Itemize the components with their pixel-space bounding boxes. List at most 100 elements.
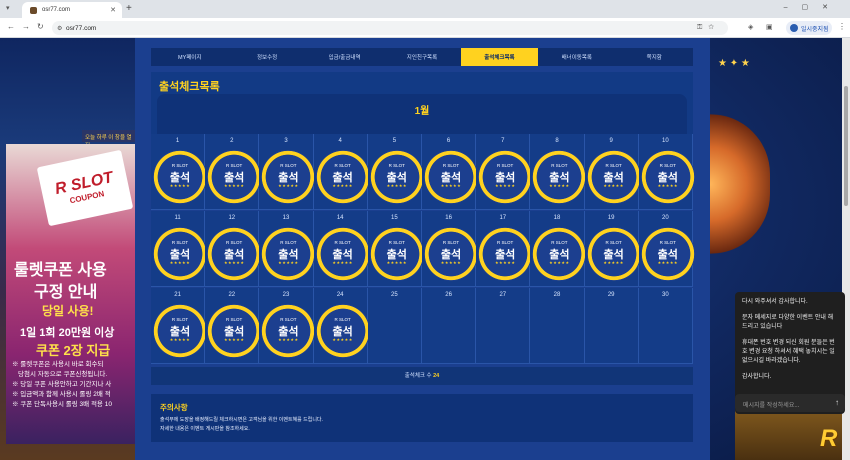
send-icon[interactable]: ↑ <box>835 398 839 407</box>
menu-item[interactable]: 지인친구목록 <box>383 48 460 66</box>
calendar-day-cell: 25 <box>367 288 422 364</box>
menu-item[interactable]: 정보수정 <box>228 48 305 66</box>
r-logo-icon: R <box>820 425 838 452</box>
browser-tab[interactable]: osr77.com ✕ <box>22 2 122 18</box>
roulette-wheel-image <box>710 114 770 254</box>
url-text: osr77.com <box>66 24 97 32</box>
stamp-brand: R SLOT <box>551 240 568 245</box>
stamp-stars: ★★★★★ <box>549 260 570 265</box>
stamp-stars: ★★★★★ <box>440 260 462 265</box>
day-number: 15 <box>391 215 398 221</box>
tab-title: osr77.com <box>42 7 71 13</box>
day-number: 28 <box>553 292 561 298</box>
back-icon[interactable]: ← <box>7 22 15 31</box>
stamp-brand: R SLOT <box>497 163 514 168</box>
day-number: 4 <box>338 138 342 144</box>
stamp-brand: R SLOT <box>388 163 405 168</box>
window-controls[interactable]: –▢✕ <box>784 3 842 11</box>
profile-paused-button[interactable]: 일시중지됨 <box>786 21 832 35</box>
stamp-stars: ★★★★★ <box>223 260 245 265</box>
menu-item[interactable]: 쪽지함 <box>616 48 693 66</box>
day-number: 20 <box>662 215 669 221</box>
menu-item[interactable]: 출석체크목록 <box>460 48 539 66</box>
stamp-stars: ★★★★★ <box>278 260 299 265</box>
browser-tab-strip: ▾ osr77.com ✕ + –▢✕ <box>0 0 850 18</box>
chat-message: 휴대폰 번호 변경 되신 회원 분들은 번호 변경 요청 하셔서 혜택 놓치시는… <box>742 340 835 364</box>
day-number: 21 <box>174 292 181 298</box>
day-number: 5 <box>392 138 397 144</box>
stamp-stars: ★★★★★ <box>223 183 245 188</box>
menu-item[interactable]: MY페이지 <box>151 48 228 66</box>
notice-box: 주의사항 출석부에 도장을 배정해드릴 체크하시면은 고객님을 위한 이벤트혜를… <box>151 394 693 442</box>
attendance-stamp-icon: R SLOT 출석 ★★★★★ <box>478 227 533 281</box>
main-content: MY페이지 정보수정 입금/출금내역 지인친구목록 출석체크목록 배너이동목록 쪽지함 출석… <box>135 38 710 460</box>
calendar-day-cell: 3 R SLOT 출석 ★★★★★ <box>259 134 316 210</box>
attendance-stamp-icon: R SLOT 출석 ★★★★★ <box>207 227 262 281</box>
calendar-day-cell: 21 R SLOT 출석 ★★★★★ <box>151 288 207 364</box>
new-tab-icon[interactable]: + <box>126 3 132 14</box>
calendar-day-cell: 16 R SLOT 출석 ★★★★★ <box>422 211 478 287</box>
stamp-stars: ★★★★★ <box>603 183 624 188</box>
tab-search-icon[interactable]: ▾ <box>6 4 10 12</box>
day-number: 13 <box>282 215 290 221</box>
close-today-strip[interactable]: 오늘 하루 이 창을 열지 <box>82 130 135 149</box>
chat-message: 다시 와주셔서 감사합니다. <box>742 299 808 305</box>
banner-line-a: 1일 1회 20만원 이상 <box>20 327 115 339</box>
chat-input[interactable]: 메시지를 작성하세요... ↑ <box>735 394 845 412</box>
menu-icon[interactable]: ⋮ <box>838 22 846 31</box>
reload-icon[interactable]: ↻ <box>37 22 44 31</box>
day-number: 22 <box>228 292 236 298</box>
menu-item[interactable]: 입금/출금내역 <box>306 48 383 66</box>
stamp-brand: R SLOT <box>659 240 676 245</box>
coupon-card: R SLOT COUPON <box>36 149 134 227</box>
extension-icon[interactable]: ◈ <box>748 23 753 31</box>
left-promo: 오늘 하루 이 창을 열지 R SLOT COUPON 룰렛쿠폰 사용 구정 안… <box>0 38 135 460</box>
banner-note-4: ※ 입금액과 함께 사용시 롤링 2배 적 <box>12 391 111 398</box>
attendance-stamp-icon: R SLOT 출석 ★★★★★ <box>315 227 370 281</box>
star-decoration: ★ ✦ ★ <box>718 58 750 69</box>
coupon-banner[interactable]: R SLOT COUPON 룰렛쿠폰 사용 구정 안내 당일 사용! 1일 1회… <box>6 144 135 444</box>
calendar-day-cell: 11 R SLOT 출석 ★★★★★ <box>151 211 207 287</box>
day-number: 27 <box>499 292 507 298</box>
attendance-stamp-icon: R SLOT 출석 ★★★★★ <box>315 304 370 358</box>
stamp-brand: R SLOT <box>551 163 568 168</box>
stamp-stars: ★★★★★ <box>657 183 679 188</box>
day-number: 29 <box>607 292 615 298</box>
stamp-brand: R SLOT <box>280 240 297 245</box>
stamp-brand: R SLOT <box>226 240 243 245</box>
stamp-stars: ★★★★★ <box>278 337 299 342</box>
puzzle-icon[interactable]: ▣ <box>766 23 773 31</box>
stamp-brand: R SLOT <box>334 317 351 322</box>
day-number: 10 <box>662 138 669 144</box>
pause-label: 일시중지됨 <box>801 26 829 33</box>
calendar-day-cell: 13 R SLOT 출석 ★★★★★ <box>259 211 316 287</box>
calendar-day-cell: 15 R SLOT 출석 ★★★★★ <box>367 211 424 287</box>
day-number: 25 <box>391 292 398 298</box>
close-tab-icon[interactable]: ✕ <box>110 6 116 14</box>
omnibox-icons[interactable]: ⚿☆ <box>697 24 720 32</box>
count-value: 24 <box>433 373 440 379</box>
stamp-stars: ★★★★★ <box>332 337 353 342</box>
stamp-brand: R SLOT <box>334 240 351 245</box>
attendance-calendar: 1 R SLOT 출석 ★★★★★ 2 R SLOT 출석 ★★★★★ 3 R SLOT 출석 ★★★… <box>151 134 695 364</box>
day-number: 23 <box>282 292 290 298</box>
stamp-stars: ★★★★★ <box>440 183 462 188</box>
calendar-day-cell: 2 R SLOT 출석 ★★★★★ <box>205 134 262 210</box>
page-title: 출석체크목록 <box>159 81 220 93</box>
attendance-stamp-icon: R SLOT 출석 ★★★★★ <box>532 150 587 204</box>
stamp-brand: R SLOT <box>605 240 622 245</box>
menu-item[interactable]: 배너이동목록 <box>538 48 615 66</box>
stamp-brand: R SLOT <box>171 240 189 245</box>
banner-note-5: ※ 쿠폰 단독사용시 롤링 3배 적용 10 <box>12 401 112 408</box>
stamp-stars: ★★★★★ <box>169 337 191 342</box>
url-field[interactable]: ⚙ osr77.com ⚿☆ <box>52 21 728 35</box>
banner-note-1: ※ 룰렛쿠폰은 사용시 바로 회수되 <box>12 361 104 368</box>
calendar-day-cell: 6 R SLOT 출석 ★★★★★ <box>422 134 478 210</box>
site-info-icon[interactable]: ⚙ <box>57 25 62 32</box>
attendance-stamp-icon: R SLOT 출석 ★★★★★ <box>153 227 207 281</box>
scrollbar-thumb[interactable] <box>844 86 848 206</box>
banner-line-b: 쿠폰 2장 지급 <box>36 343 111 358</box>
forward-icon[interactable]: → <box>22 22 30 31</box>
stamp-stars: ★★★★★ <box>169 260 191 265</box>
stamp-stars: ★★★★★ <box>332 260 353 265</box>
